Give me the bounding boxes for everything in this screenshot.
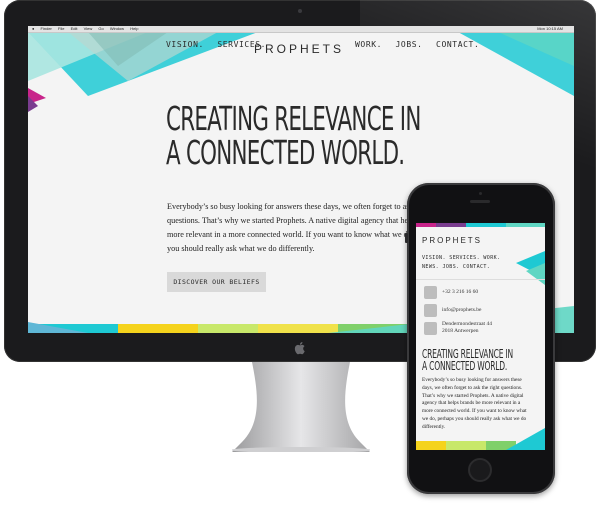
mobile-body-line6: we do, perhaps you should really ask wha… <box>422 415 527 422</box>
mobile-body-line7: differently. <box>422 423 446 430</box>
imac-stand <box>232 362 370 452</box>
menu-edit[interactable]: Edit <box>71 26 78 31</box>
mobile-hero-headline-line2: A CONNECTED WORLD. <box>422 359 508 373</box>
contact-address-line1: Dendermondestraat 44 <box>442 321 492 327</box>
nav-link-contact[interactable]: CONTACT. <box>436 40 479 49</box>
mobile-site-logo[interactable]: PROPHETS <box>422 236 482 245</box>
mobile-hero-body: Everybody’s so busy looking for answers … <box>422 377 540 432</box>
phone-icon <box>424 286 437 299</box>
contact-address[interactable]: Dendermondestraat 44 2018 Antwerpen <box>442 321 492 335</box>
iphone-side-button <box>405 233 408 243</box>
imac-camera <box>298 9 302 13</box>
iphone-camera <box>479 192 482 195</box>
menu-file[interactable]: File <box>58 26 64 31</box>
menu-finder[interactable]: Finder <box>41 26 52 31</box>
site-logo[interactable]: PROPHETS <box>254 42 344 56</box>
mobile-body-line1: Everybody’s so busy looking for answers … <box>422 377 522 383</box>
contact-email[interactable]: info@prophets.be <box>442 307 481 313</box>
mac-menu-bar: ● Finder File Edit View Go Window Help M… <box>28 26 574 33</box>
apple-menu-icon[interactable]: ● <box>32 26 34 31</box>
hero-headline-line2: A CONNECTED WORLD. <box>166 133 405 172</box>
mobile-contact-block: +32 3 216 16 60 info@prophets.be Denderm… <box>416 279 545 340</box>
contact-phone[interactable]: +32 3 216 16 60 <box>442 289 478 295</box>
iphone-screen: PROPHETS VISION. SERVICES. WORK. NEWS. J… <box>416 223 545 450</box>
nav-link-vision[interactable]: VISION. <box>166 40 204 49</box>
menu-view[interactable]: View <box>84 26 93 31</box>
iphone-speaker <box>470 200 490 203</box>
mobile-nav-row2[interactable]: NEWS. JOBS. CONTACT. <box>422 263 500 272</box>
menu-help[interactable]: Help <box>130 26 138 31</box>
nav-link-jobs[interactable]: JOBS. <box>396 40 423 49</box>
iphone-home-button[interactable] <box>468 458 492 482</box>
location-icon <box>424 322 437 335</box>
mail-icon <box>424 304 437 317</box>
menu-go[interactable]: Go <box>98 26 103 31</box>
nav-left: VISION. SERVICES. <box>166 40 266 49</box>
menu-window[interactable]: Window <box>110 26 124 31</box>
hero-headline: CREATING RELEVANCE IN A CONNECTED WORLD. <box>166 102 421 170</box>
discover-beliefs-label: DISCOVER OUR BELIEFS <box>173 278 260 286</box>
nav-link-work[interactable]: WORK. <box>355 40 382 49</box>
menu-clock: Mon 10:15 AM <box>537 26 563 31</box>
mobile-nav-row1[interactable]: VISION. SERVICES. WORK. <box>422 254 500 263</box>
mobile-nav: VISION. SERVICES. WORK. NEWS. JOBS. CONT… <box>422 254 500 272</box>
mobile-body-line5: more connected world. If you want to kno… <box>422 408 527 415</box>
mobile-body-line3: That’s why we started Prophets. A native… <box>422 392 524 399</box>
discover-beliefs-button[interactable]: DISCOVER OUR BELIEFS <box>167 272 266 292</box>
nav-right: WORK. JOBS. CONTACT. <box>355 40 479 49</box>
hero-headline-line1: CREATING RELEVANCE IN <box>166 99 421 138</box>
apple-logo-icon <box>294 342 305 355</box>
contact-address-line2: 2018 Antwerpen <box>442 328 479 334</box>
mobile-body-line2: days, we often forget to ask the right q… <box>422 384 523 391</box>
mobile-hero-headline: CREATING RELEVANCE IN A CONNECTED WORLD. <box>422 348 513 372</box>
